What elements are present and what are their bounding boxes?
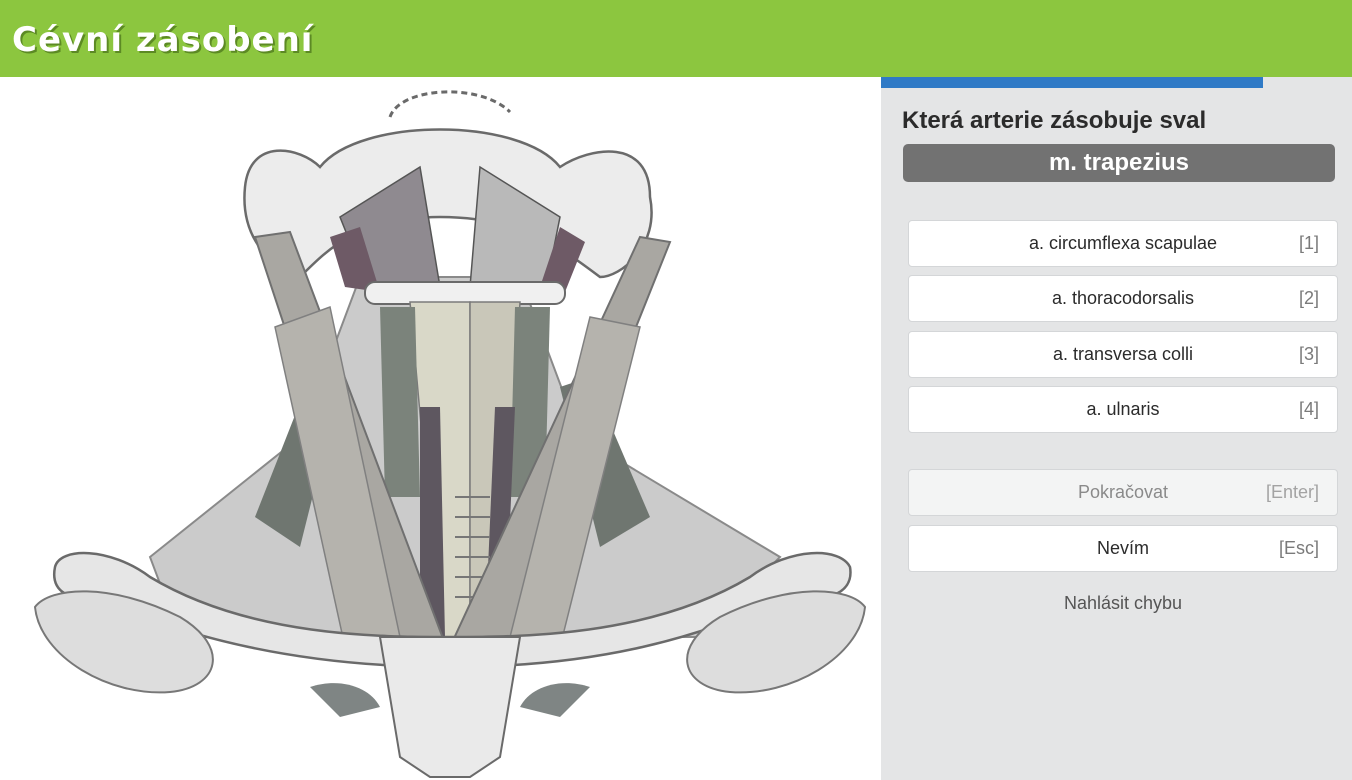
anatomy-illustration — [0, 77, 881, 780]
dont-know-button[interactable]: Nevím [Esc] — [908, 525, 1338, 572]
neck-muscles-anatomy-icon — [33, 90, 867, 778]
app-title: Cévní zásobení — [12, 20, 314, 60]
progress-fill — [881, 77, 1263, 88]
answer-option-3[interactable]: a. transversa colli [3] — [908, 331, 1338, 378]
answer-option-2[interactable]: a. thoracodorsalis [2] — [908, 275, 1338, 322]
continue-button[interactable]: Pokračovat [Enter] — [908, 469, 1338, 516]
dont-know-button-label: Nevím — [1096, 538, 1149, 558]
answer-option-label: a. circumflexa scapulae — [1028, 233, 1218, 253]
answer-option-4[interactable]: a. ulnaris [4] — [908, 386, 1338, 433]
answer-option-label: a. thoracodorsalis — [1051, 288, 1195, 308]
continue-button-shortcut: [Enter] — [1265, 482, 1319, 502]
answer-option-label: a. transversa colli — [1052, 344, 1194, 364]
answer-option-shortcut: [3] — [1298, 344, 1319, 364]
answer-option-shortcut: [2] — [1298, 288, 1319, 308]
report-error-link[interactable]: Nahlásit chybu — [908, 593, 1338, 614]
subject-badge: m. trapezius — [903, 144, 1335, 182]
answer-option-shortcut: [4] — [1298, 399, 1319, 419]
answer-option-label: a. ulnaris — [1086, 399, 1160, 419]
dont-know-button-shortcut: [Esc] — [1278, 538, 1319, 558]
quiz-panel: Která arterie zásobuje sval m. trapezius… — [881, 77, 1352, 780]
answer-option-1[interactable]: a. circumflexa scapulae [1] — [908, 220, 1338, 267]
header-bar: Cévní zásobení — [0, 0, 1352, 77]
question-text: Která arterie zásobuje sval — [902, 107, 1207, 134]
answer-option-shortcut: [1] — [1298, 233, 1319, 253]
progress-bar — [881, 77, 1352, 88]
